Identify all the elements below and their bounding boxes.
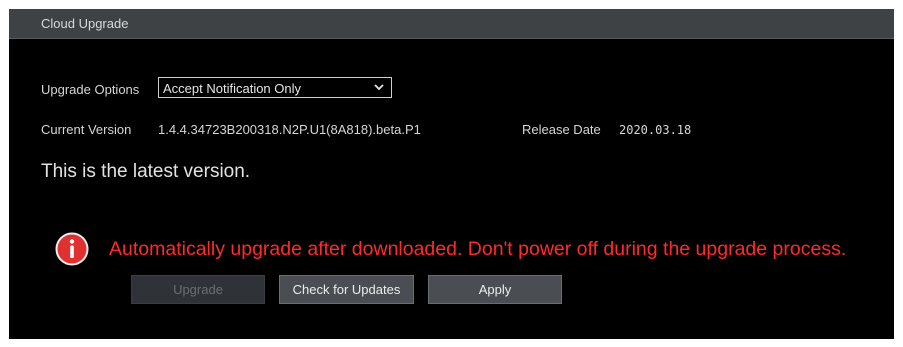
upgrade-button[interactable]: Upgrade (131, 275, 265, 304)
chevron-down-icon (374, 84, 384, 91)
window-title: Cloud Upgrade (41, 16, 129, 31)
upgrade-options-label: Upgrade Options (41, 82, 140, 97)
release-date-value: 2020.03.18 (619, 123, 692, 137)
current-version-value: 1.4.4.34723B200318.N2P.U1(8A818).beta.P1 (158, 122, 421, 137)
check-for-updates-button[interactable]: Check for Updates (279, 275, 414, 304)
title-bar: Cloud Upgrade (9, 9, 894, 39)
cloud-upgrade-panel: Cloud Upgrade Upgrade Options Accept Not… (9, 9, 894, 339)
upgrade-options-selected-value: Accept Notification Only (163, 81, 302, 96)
upgrade-options-select[interactable]: Accept Notification Only (158, 77, 392, 98)
warning-message: Automatically upgrade after downloaded. … (109, 238, 847, 260)
info-circle-icon (55, 232, 89, 266)
status-message: This is the latest version. (41, 161, 251, 182)
apply-button[interactable]: Apply (428, 275, 562, 304)
current-version-label: Current Version (41, 122, 132, 137)
release-date-label: Release Date (522, 122, 601, 137)
